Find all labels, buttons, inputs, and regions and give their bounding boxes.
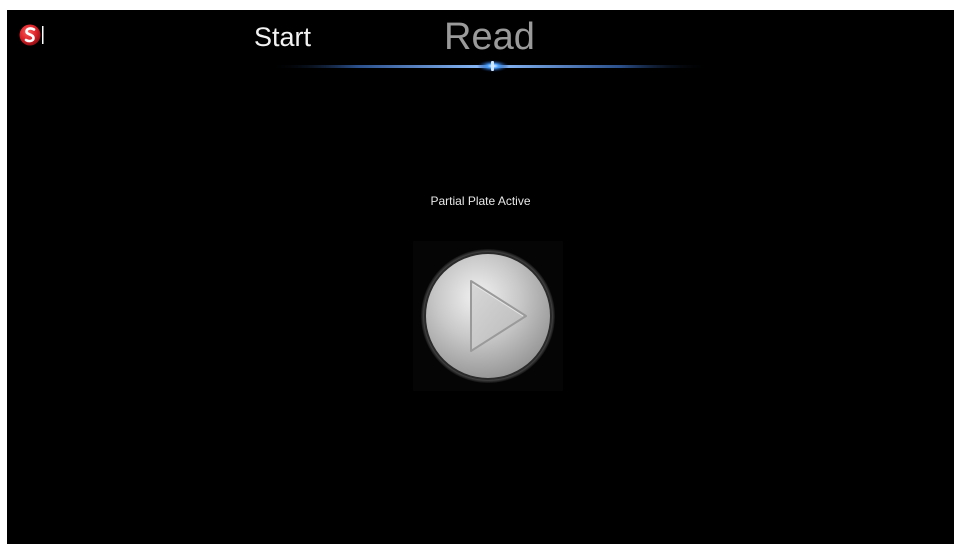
play-icon — [413, 241, 563, 391]
tab-start[interactable]: Start — [254, 22, 311, 53]
app-screen: Start Read Partial Plate Active — [7, 10, 954, 544]
status-text: Partial Plate Active — [430, 194, 531, 208]
tab-read[interactable]: Read — [444, 16, 535, 59]
play-button[interactable] — [413, 241, 563, 391]
app-logo-icon — [19, 22, 45, 48]
tab-indicator-bar — [269, 60, 709, 74]
